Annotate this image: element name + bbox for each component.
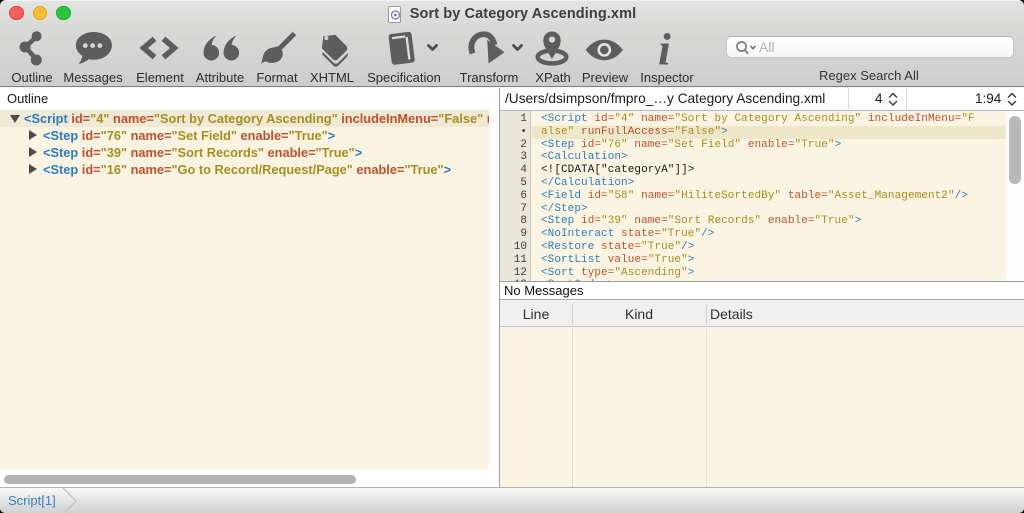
- svg-text:i: i: [658, 24, 671, 75]
